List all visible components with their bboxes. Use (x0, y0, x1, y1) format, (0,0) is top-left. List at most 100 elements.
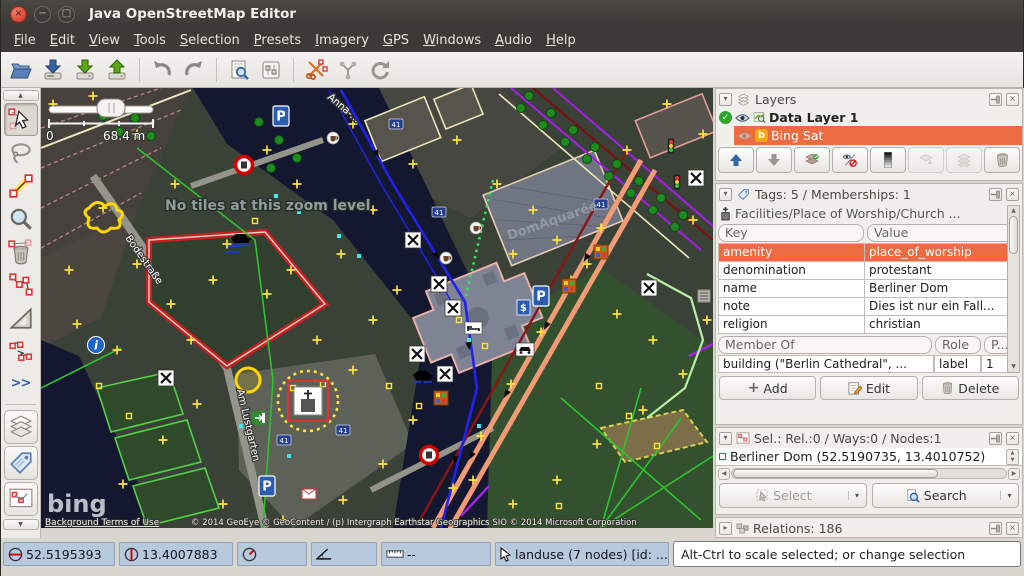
selected-object-row[interactable]: Berliner Dom (52.5190735, 13.4010752) ▲ … (716, 448, 1022, 466)
pin-panel-button[interactable] (989, 188, 1002, 201)
scrollbar-track[interactable] (731, 468, 1007, 479)
toggle-tags-panel[interactable] (4, 446, 38, 480)
toggle-visibility-button[interactable] (832, 147, 868, 173)
search-dropdown-arrow[interactable]: ▾ (1000, 491, 1018, 500)
tag-value[interactable]: protestant (865, 262, 1012, 280)
unglue-tool[interactable] (4, 268, 38, 301)
layer-row-bing[interactable]: b Bing Sat (734, 126, 1022, 145)
list-spinner[interactable]: ▲ ▼ (1006, 449, 1019, 465)
delete-tag-button[interactable]: Delete (922, 376, 1019, 400)
selected-church-node[interactable] (278, 371, 338, 431)
preset-link-row[interactable]: Facilities/Place of Worship/Church ... (716, 204, 1022, 223)
minimize-button[interactable]: − (34, 6, 51, 23)
tag-value[interactable]: christian (865, 316, 1012, 334)
extrude-tool[interactable] (4, 301, 38, 334)
tag-row[interactable]: amenity place_of_worship (718, 243, 1020, 262)
undo-button[interactable] (147, 55, 177, 85)
close-panel-button[interactable]: × (1006, 432, 1019, 445)
tag-key[interactable]: name (718, 280, 865, 298)
close-panel-button[interactable]: × (1006, 522, 1019, 535)
tag-row[interactable]: note Dies ist nur ein Fall... (718, 298, 1020, 316)
menu-file[interactable]: File (7, 30, 43, 51)
visibility-eye-icon[interactable] (737, 131, 752, 141)
role-column-header[interactable]: Role (935, 336, 981, 354)
member-of-column-header[interactable]: Member Of (718, 336, 932, 354)
parallel-way-tool[interactable] (4, 334, 38, 367)
toolbar-collapse-top[interactable]: ▲ (3, 90, 39, 101)
tag-row[interactable]: denomination protestant (718, 262, 1020, 280)
menu-windows[interactable]: Windows (416, 30, 488, 51)
collapse-panel-button[interactable]: ▾ (719, 188, 732, 201)
scroll-down-arrow[interactable]: ▼ (1011, 362, 1016, 372)
preferences-button[interactable] (256, 55, 286, 85)
select-dropdown-arrow[interactable]: ▾ (848, 491, 866, 500)
download-data-button[interactable] (70, 55, 100, 85)
menu-view[interactable]: View (82, 30, 127, 51)
terms-of-use-link[interactable]: Background Terms of Use (45, 518, 160, 528)
expand-panel-button[interactable]: ▸ (719, 522, 732, 535)
close-panel-button[interactable]: × (1006, 188, 1019, 201)
zoom-slider-handle[interactable] (97, 99, 125, 117)
refresh-button[interactable] (365, 55, 395, 85)
add-tag-button[interactable]: + Add (719, 376, 816, 400)
scroll-up-arrow[interactable]: ▲ (1011, 206, 1016, 216)
merge-layer-button[interactable] (908, 147, 944, 173)
lasso-tool[interactable] (4, 136, 38, 169)
pin-panel-button[interactable] (989, 522, 1002, 535)
search-objects-button[interactable] (224, 55, 254, 85)
tag-row[interactable]: name Berliner Dom (718, 280, 1020, 298)
more-tools-button[interactable]: >> (4, 367, 38, 400)
tags-vertical-scrollbar[interactable]: ▲ ▼ (1007, 205, 1020, 373)
layer-opacity-button[interactable] (870, 147, 906, 173)
menu-selection[interactable]: Selection (173, 30, 247, 51)
select-menu-button[interactable]: Select ▾ (719, 483, 867, 508)
menu-presets[interactable]: Presets (247, 30, 308, 51)
maximize-button[interactable]: □ (58, 6, 75, 23)
layer-row-data[interactable]: ✓ Data Layer 1 (716, 109, 1022, 126)
upload-button[interactable] (102, 55, 132, 85)
move-layer-down-button[interactable] (756, 147, 792, 173)
toolbar-collapse-bottom[interactable]: ▼ (3, 519, 39, 530)
tag-value[interactable]: place_of_worship (865, 244, 1012, 262)
menu-gps[interactable]: GPS (376, 30, 416, 51)
edit-tag-button[interactable]: Edit (820, 376, 917, 400)
map-view[interactable]: 41 P (41, 88, 713, 528)
tag-row[interactable]: religion christian (718, 316, 1020, 334)
menu-tools[interactable]: Tools (127, 30, 173, 51)
tag-value[interactable]: Berliner Dom (865, 280, 1012, 298)
visibility-eye-icon[interactable] (735, 113, 750, 123)
menu-audio[interactable]: Audio (488, 30, 539, 51)
tag-key[interactable]: note (718, 298, 865, 316)
menu-edit[interactable]: Edit (43, 30, 82, 51)
tag-value[interactable]: Dies ist nur ein Fall... (865, 298, 1012, 316)
collapse-panel-button[interactable]: ▾ (719, 432, 732, 445)
close-button[interactable]: × (10, 6, 27, 23)
value-column-header[interactable]: Value (867, 224, 1013, 242)
spinner-down-arrow[interactable]: ▼ (1007, 457, 1018, 464)
scrollbar-thumb[interactable] (1009, 216, 1018, 254)
scrollbar-thumb[interactable] (733, 469, 938, 478)
tag-key[interactable]: amenity (718, 244, 865, 262)
move-layer-up-button[interactable] (718, 147, 754, 173)
toggle-selection-panel[interactable] (4, 482, 38, 516)
redo-button[interactable] (179, 55, 209, 85)
selection-horizontal-scrollbar[interactable]: ◀ ▶ (718, 467, 1020, 480)
download-primitive-button[interactable] (38, 55, 68, 85)
membership-row[interactable]: building ("Berlin Cathedral", ... label … (716, 355, 1022, 373)
zoom-tool[interactable] (4, 202, 38, 235)
draw-nodes-tool[interactable] (4, 169, 38, 202)
membership-role[interactable]: label (934, 355, 981, 373)
tag-key[interactable]: religion (718, 316, 865, 334)
close-panel-button[interactable]: × (1006, 93, 1019, 106)
search-menu-button[interactable]: Search ▾ (872, 483, 1020, 508)
pin-panel-button[interactable] (989, 93, 1002, 106)
split-way-button[interactable] (301, 55, 331, 85)
pin-panel-button[interactable] (989, 432, 1002, 445)
merge-nodes-button[interactable] (333, 55, 363, 85)
menu-help[interactable]: Help (539, 30, 583, 51)
collapse-panel-button[interactable]: ▾ (719, 93, 732, 106)
duplicate-layer-button[interactable] (946, 147, 982, 173)
scroll-right-arrow[interactable]: ▶ (1008, 468, 1020, 480)
toggle-layers-panel[interactable] (4, 410, 38, 444)
map-canvas[interactable]: 41 P (41, 88, 713, 528)
